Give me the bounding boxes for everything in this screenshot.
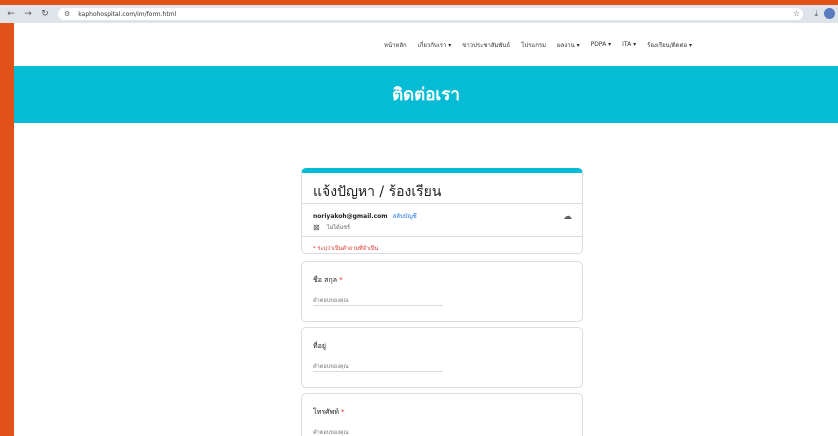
address-bar[interactable]: ⚙ kaphohospital.com/im/form.html <box>58 8 803 20</box>
question-label-text: ที่อยู่ <box>313 342 326 350</box>
question-card-phone: โทรศัพท์ * <box>301 393 583 436</box>
account-email: noriyakoh@gmail.com สลับบัญชี <box>313 211 417 221</box>
name-input[interactable] <box>313 296 443 306</box>
cloud-save-icon: ☁ <box>563 212 572 222</box>
not-shared-icon: ⊠ <box>313 223 320 232</box>
form-title: แจ้งปัญหา / ร้องเรียน <box>313 184 442 200</box>
nav-item-news[interactable]: ข่าวประชาสัมพันธ์ <box>462 40 510 50</box>
phone-input[interactable] <box>313 428 443 436</box>
nav-item-pdpa[interactable]: PDPA ▾ <box>591 41 612 48</box>
required-star: * <box>341 408 345 416</box>
not-shared-text: ไม่ได้แชร์ <box>327 225 350 231</box>
nav-item-program[interactable]: โปรแกรม <box>521 40 546 50</box>
site-navigation: หน้าหลัก เกี่ยวกับเรา ▾ ข่าวประชาสัมพันธ… <box>14 23 838 66</box>
question-label: โทรศัพท์ * <box>313 407 345 418</box>
required-star: * <box>339 276 343 284</box>
question-card-name: ชื่อ สกุล * <box>301 261 583 322</box>
switch-account-link[interactable]: สลับบัญชี <box>393 213 417 220</box>
download-icon[interactable]: ⤓ <box>814 9 818 19</box>
form-header-card: แจ้งปัญหา / ร้องเรียน noriyakoh@gmail.co… <box>301 168 583 254</box>
back-icon[interactable]: ← <box>5 8 17 20</box>
required-note: * ระบุว่าเป็นคำถามที่จำเป็น <box>313 246 379 252</box>
divider <box>302 203 582 204</box>
question-label: ที่อยู่ <box>313 341 326 352</box>
site-info-icon[interactable]: ⚙ <box>64 10 70 18</box>
divider <box>302 236 582 237</box>
bookmark-star-icon[interactable]: ☆ <box>793 9 800 18</box>
page-title: ติดต่อเรา <box>392 85 460 105</box>
nav-item-about[interactable]: เกี่ยวกับเรา ▾ <box>418 40 452 50</box>
question-card-address: ที่อยู่ <box>301 327 583 388</box>
profile-avatar[interactable] <box>824 8 835 19</box>
reload-icon[interactable]: ↻ <box>39 8 51 20</box>
email-text: noriyakoh@gmail.com <box>313 213 388 220</box>
nav-item-ita[interactable]: ITA ▾ <box>622 41 636 48</box>
url-text: kaphohospital.com/im/form.html <box>78 10 177 18</box>
question-label-text: โทรศัพท์ <box>313 408 339 416</box>
hero-banner: ติดต่อเรา <box>14 66 838 123</box>
nav-item-works[interactable]: ผลงาน ▾ <box>557 40 580 50</box>
nav-item-contact[interactable]: ร้องเรียน/ติดต่อ ▾ <box>647 40 692 50</box>
nav-item-home[interactable]: หน้าหลัก <box>384 40 407 50</box>
address-input[interactable] <box>313 362 443 372</box>
question-label: ชื่อ สกุล * <box>313 275 343 286</box>
forward-icon[interactable]: → <box>22 8 34 20</box>
browser-window: ← → ↻ ⚙ kaphohospital.com/im/form.html ☆… <box>0 5 838 436</box>
question-label-text: ชื่อ สกุล <box>313 276 337 284</box>
browser-toolbar: ← → ↻ ⚙ kaphohospital.com/im/form.html ☆… <box>0 5 838 23</box>
web-page: หน้าหลัก เกี่ยวกับเรา ▾ ข่าวประชาสัมพันธ… <box>14 23 838 436</box>
